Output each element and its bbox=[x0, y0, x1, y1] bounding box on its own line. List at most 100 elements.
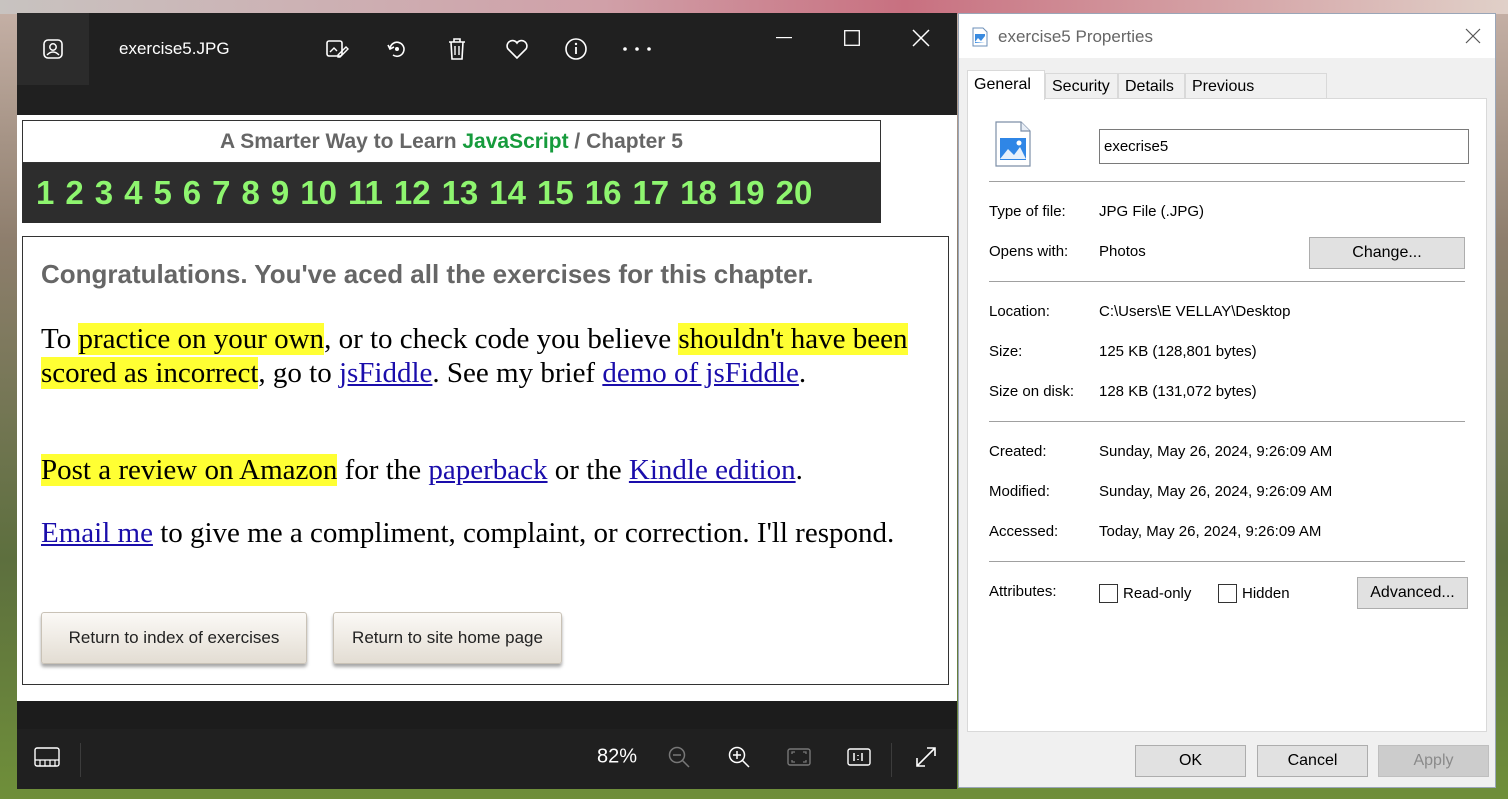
advanced-button[interactable]: Advanced... bbox=[1357, 577, 1468, 609]
image-viewport[interactable]: A Smarter Way to Learn JavaScript / Chap… bbox=[17, 115, 957, 701]
return-index-button[interactable]: Return to index of exercises bbox=[41, 612, 307, 664]
delete-icon[interactable] bbox=[439, 33, 475, 65]
edit-image-icon[interactable] bbox=[319, 33, 355, 65]
chapter-link-11[interactable]: 11 bbox=[348, 174, 383, 212]
return-home-button[interactable]: Return to site home page bbox=[333, 612, 562, 664]
photos-window: exercise5.JPG A Smarter Way to Learn Jav… bbox=[17, 13, 957, 789]
chapter-link-18[interactable]: 18 bbox=[680, 174, 717, 212]
email-me-link[interactable]: Email me bbox=[41, 517, 153, 549]
chapter-link-12[interactable]: 12 bbox=[394, 174, 431, 212]
jsfiddle-link[interactable]: jsFiddle bbox=[339, 357, 432, 389]
bottombar-stripe bbox=[17, 701, 957, 729]
text: . See my brief bbox=[432, 357, 603, 389]
chapter-link-3[interactable]: 3 bbox=[95, 174, 113, 212]
tab-previous-versions[interactable]: Previous Versions bbox=[1185, 73, 1327, 121]
text: for the bbox=[337, 454, 429, 486]
cancel-button[interactable]: Cancel bbox=[1257, 745, 1368, 777]
filmstrip-icon[interactable] bbox=[34, 746, 60, 768]
kindle-edition-link[interactable]: Kindle edition bbox=[629, 454, 796, 486]
desktop-wallpaper bbox=[0, 0, 1508, 14]
actual-size-icon[interactable] bbox=[847, 747, 871, 767]
separator bbox=[989, 281, 1465, 282]
text: , go to bbox=[258, 357, 339, 389]
email-paragraph: Email me to give me a compliment, compla… bbox=[41, 516, 931, 550]
chapter-link-13[interactable]: 13 bbox=[442, 174, 479, 212]
photos-subbar bbox=[17, 85, 957, 115]
rotate-icon[interactable] bbox=[379, 33, 415, 65]
created-label: Created: bbox=[989, 443, 1047, 460]
practice-paragraph: To practice on your own, or to check cod… bbox=[41, 322, 931, 390]
separator bbox=[989, 561, 1465, 562]
more-icon[interactable] bbox=[619, 33, 655, 65]
paperback-link[interactable]: paperback bbox=[428, 454, 547, 486]
minimize-button[interactable] bbox=[761, 23, 807, 53]
maximize-button[interactable] bbox=[829, 23, 875, 53]
size-value: 125 KB (128,801 bytes) bbox=[1099, 343, 1257, 360]
review-paragraph: Post a review on Amazon for the paperbac… bbox=[41, 453, 931, 487]
book-header: A Smarter Way to Learn JavaScript / Chap… bbox=[22, 120, 881, 223]
highlight-text: Post a review on Amazon bbox=[41, 454, 338, 486]
title-javascript: JavaScript bbox=[462, 130, 569, 153]
ok-button[interactable]: OK bbox=[1135, 745, 1246, 777]
photos-app-icon[interactable] bbox=[17, 13, 89, 85]
exercise-content: Congratulations. You've aced all the exe… bbox=[22, 236, 949, 685]
location-label: Location: bbox=[989, 303, 1050, 320]
tab-details[interactable]: Details bbox=[1118, 73, 1185, 99]
highlight-text: practice on your own bbox=[78, 323, 325, 355]
separator bbox=[989, 421, 1465, 422]
tab-general[interactable]: General bbox=[967, 70, 1045, 100]
chapter-link-5[interactable]: 5 bbox=[153, 174, 171, 212]
fit-to-window-icon[interactable] bbox=[787, 747, 811, 767]
opens-with-value: Photos bbox=[1099, 243, 1146, 260]
chapter-link-20[interactable]: 20 bbox=[776, 174, 813, 212]
demo-jsfiddle-link[interactable]: demo of jsFiddle bbox=[602, 357, 799, 389]
size-on-disk-label: Size on disk: bbox=[989, 383, 1075, 400]
chapter-link-10[interactable]: 10 bbox=[300, 174, 337, 212]
text: . bbox=[798, 357, 807, 389]
book-title: A Smarter Way to Learn JavaScript / Chap… bbox=[22, 120, 881, 163]
heart-icon[interactable] bbox=[499, 33, 535, 65]
chapter-link-2[interactable]: 2 bbox=[65, 174, 83, 212]
created-value: Sunday, May 26, 2024, 9:26:09 AM bbox=[1099, 443, 1333, 460]
zoom-out-icon[interactable] bbox=[667, 745, 691, 769]
photos-bottombar: 82% bbox=[17, 701, 957, 789]
chapter-link-7[interactable]: 7 bbox=[212, 174, 230, 212]
chapter-link-4[interactable]: 4 bbox=[124, 174, 142, 212]
chapter-link-6[interactable]: 6 bbox=[183, 174, 201, 212]
apply-button[interactable]: Apply bbox=[1378, 745, 1489, 777]
separator bbox=[989, 181, 1465, 182]
close-icon[interactable] bbox=[1461, 24, 1485, 48]
fullscreen-icon[interactable] bbox=[914, 745, 938, 769]
close-button[interactable] bbox=[898, 23, 944, 53]
size-on-disk-value: 128 KB (131,072 bytes) bbox=[1099, 383, 1257, 400]
congratulations-heading: Congratulations. You've aced all the exe… bbox=[41, 259, 814, 289]
change-button[interactable]: Change... bbox=[1309, 237, 1465, 269]
chapter-link-9[interactable]: 9 bbox=[271, 174, 289, 212]
read-only-checkbox[interactable] bbox=[1099, 584, 1118, 603]
tab-security[interactable]: Security bbox=[1045, 73, 1118, 99]
chapter-link-19[interactable]: 19 bbox=[728, 174, 765, 212]
separator bbox=[80, 743, 81, 777]
size-label: Size: bbox=[989, 343, 1023, 360]
file-name-field[interactable] bbox=[1099, 129, 1469, 164]
read-only-label: Read-only bbox=[1123, 585, 1192, 602]
hidden-checkbox[interactable] bbox=[1218, 584, 1237, 603]
chapter-link-15[interactable]: 15 bbox=[537, 174, 574, 212]
chapter-link-1[interactable]: 1 bbox=[36, 174, 54, 212]
text: , or to check code you believe bbox=[324, 323, 679, 355]
type-value: JPG File (.JPG) bbox=[1099, 203, 1205, 220]
info-icon[interactable] bbox=[558, 33, 594, 65]
dialog-titlebar: exercise5 Properties bbox=[959, 14, 1495, 58]
attributes-label: Attributes: bbox=[989, 583, 1057, 600]
modified-label: Modified: bbox=[989, 483, 1050, 500]
properties-dialog: exercise5 Properties General Security De… bbox=[958, 13, 1496, 788]
file-large-icon bbox=[995, 121, 1031, 172]
title-prefix: A Smarter Way to Learn bbox=[220, 130, 463, 153]
opens-with-label: Opens with: bbox=[989, 243, 1069, 260]
chapter-link-8[interactable]: 8 bbox=[242, 174, 260, 212]
chapter-link-16[interactable]: 16 bbox=[585, 174, 622, 212]
zoom-in-icon[interactable] bbox=[727, 745, 751, 769]
chapter-link-14[interactable]: 14 bbox=[489, 174, 526, 212]
chapter-nav: 1 2 3 4 5 6 7 8 9 10 11 12 13 14 15 16 17 18 19 20 bbox=[22, 163, 881, 223]
chapter-link-17[interactable]: 17 bbox=[632, 174, 669, 212]
